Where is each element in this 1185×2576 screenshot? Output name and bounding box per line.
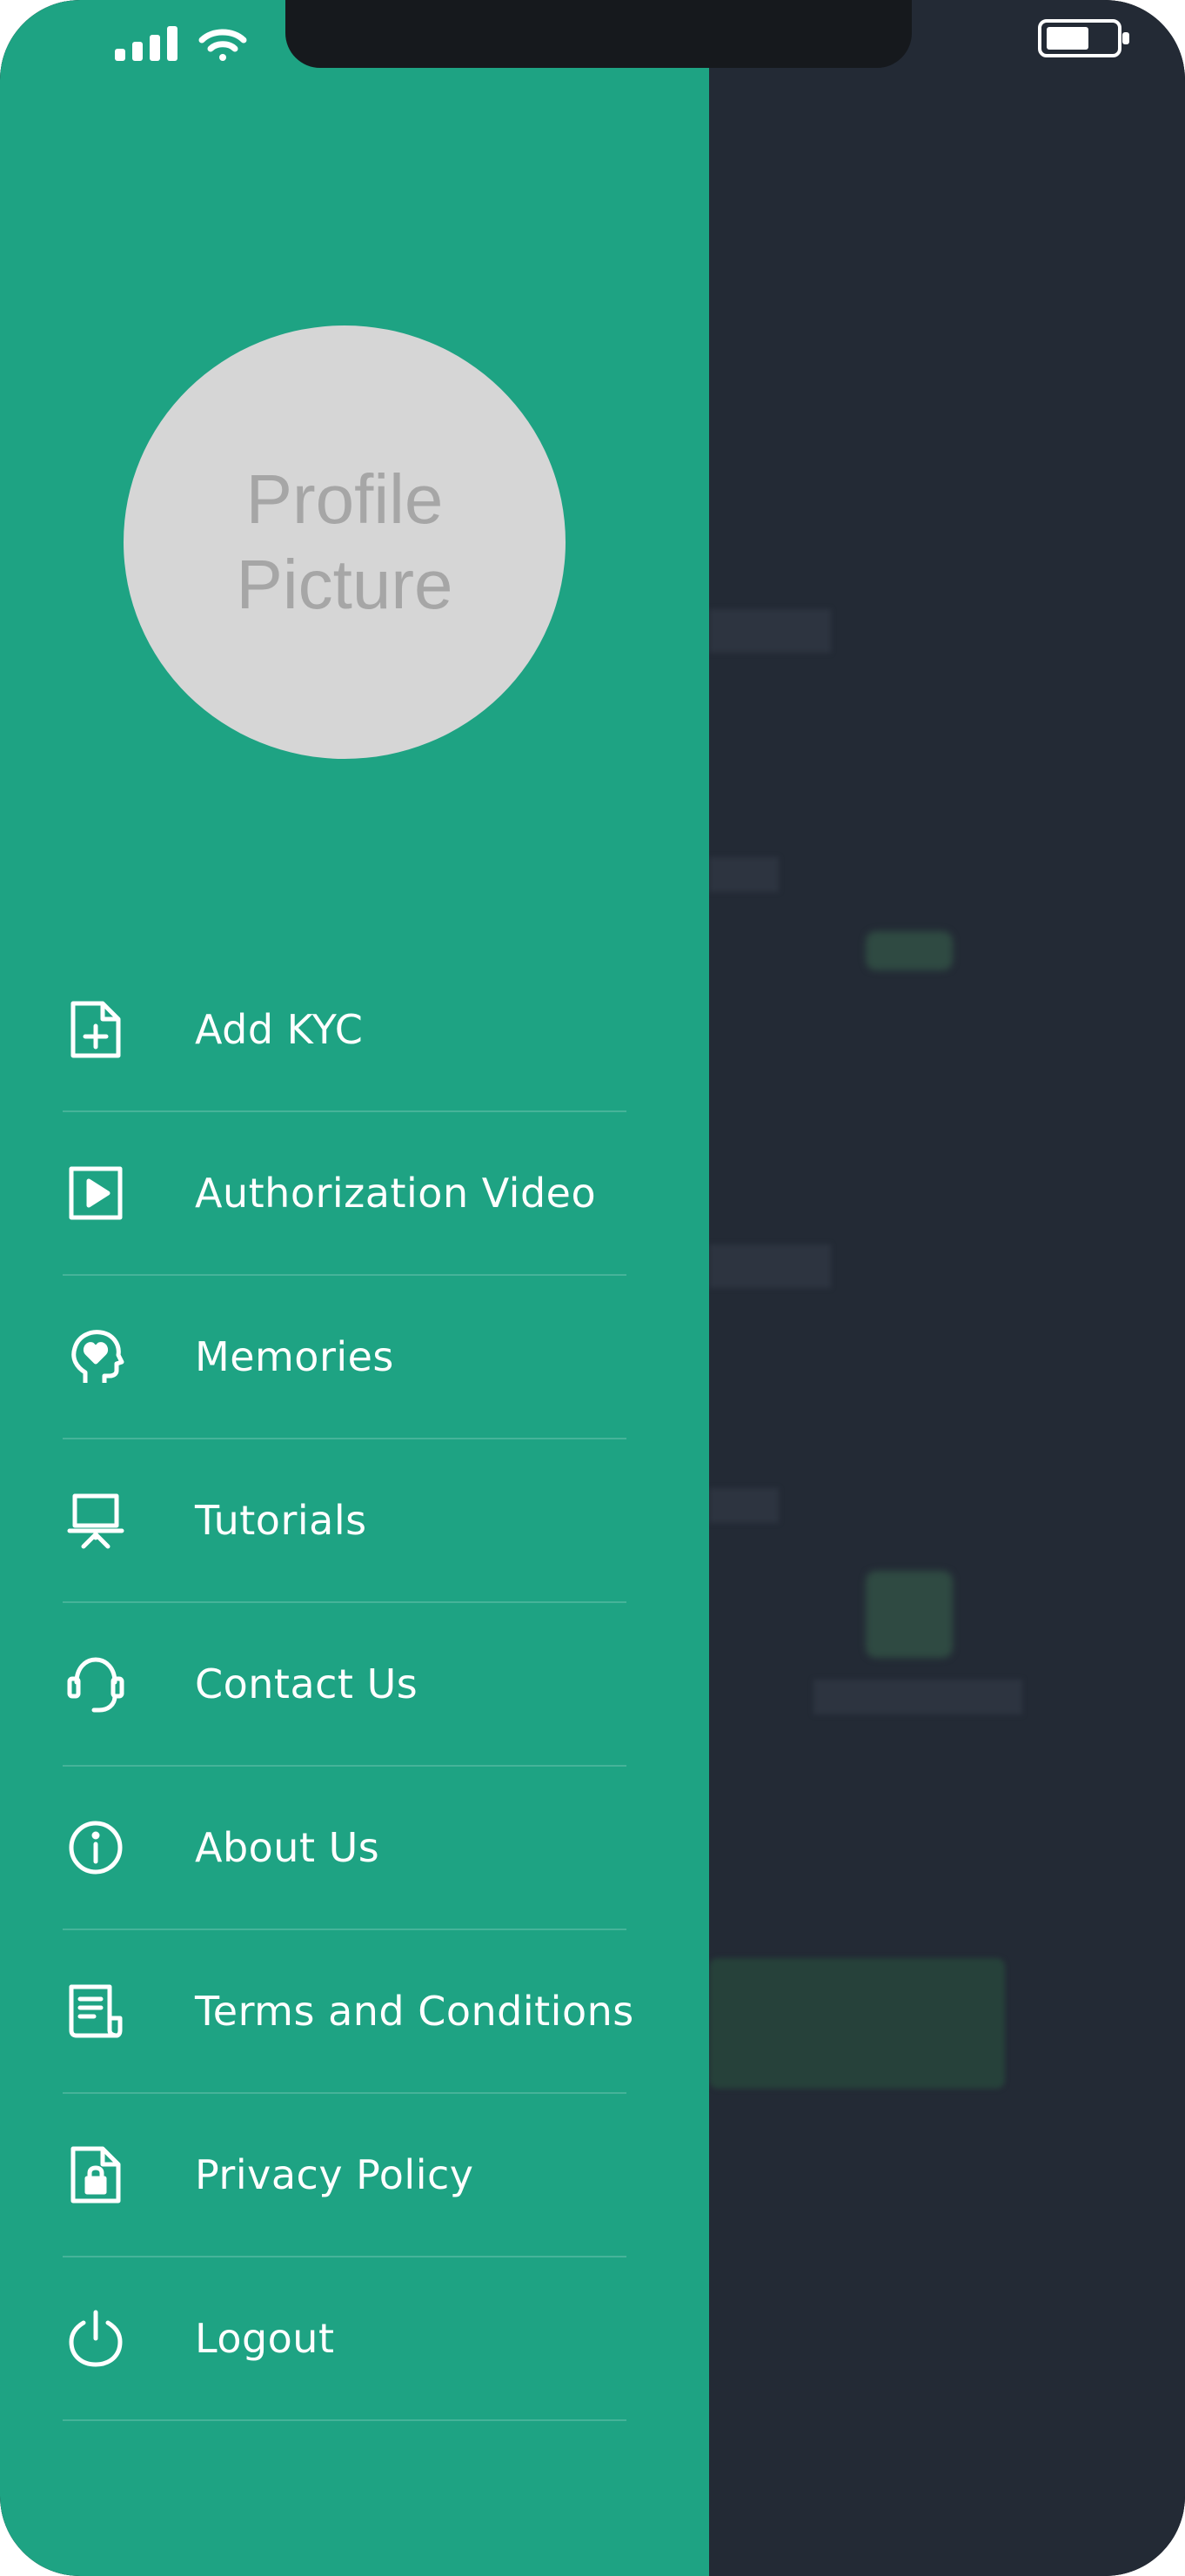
presentation-board-icon xyxy=(63,1487,129,1553)
phone-frame: Profile Picture Add KYC Authorization Vi… xyxy=(0,0,1185,2576)
background-blur-tile xyxy=(866,1571,953,1658)
menu-label: Add KYC xyxy=(195,1006,364,1053)
background-blur-block xyxy=(709,1488,779,1523)
status-bar-left xyxy=(115,17,263,61)
menu-label: Contact Us xyxy=(195,1660,418,1707)
menu-label: Authorization Video xyxy=(195,1170,597,1217)
background-app-overlay[interactable] xyxy=(709,0,1185,2576)
add-document-icon xyxy=(63,996,129,1063)
menu-item-tutorials[interactable]: Tutorials xyxy=(63,1439,626,1603)
device-notch xyxy=(285,0,912,68)
menu-label: Logout xyxy=(195,2315,335,2362)
signal-icon xyxy=(115,26,177,61)
menu-item-terms-and-conditions[interactable]: Terms and Conditions xyxy=(63,1930,633,2094)
profile-picture-placeholder: Profile Picture xyxy=(236,460,453,623)
background-blur-block xyxy=(813,1680,1022,1714)
menu-label: Terms and Conditions xyxy=(195,1988,634,2035)
navigation-drawer: Profile Picture Add KYC Authorization Vi… xyxy=(0,0,709,2576)
power-icon xyxy=(63,2305,129,2371)
menu-label: Memories xyxy=(195,1333,394,1380)
menu-item-logout[interactable]: Logout xyxy=(63,2257,626,2421)
menu-label: About Us xyxy=(195,1824,380,1871)
headset-icon xyxy=(63,1651,129,1717)
play-video-icon xyxy=(63,1160,129,1226)
head-heart-icon xyxy=(63,1324,129,1390)
menu-item-about-us[interactable]: About Us xyxy=(63,1767,626,1930)
menu-label: Privacy Policy xyxy=(195,2151,474,2198)
menu-item-contact-us[interactable]: Contact Us xyxy=(63,1603,626,1767)
lock-document-icon xyxy=(63,2142,129,2208)
menu-item-authorization-video[interactable]: Authorization Video xyxy=(63,1112,626,1276)
battery-icon xyxy=(1037,17,1133,61)
background-blur-block xyxy=(709,857,779,892)
info-icon xyxy=(63,1815,129,1881)
background-blur-button xyxy=(709,1958,1005,2089)
document-list-icon xyxy=(63,1978,129,2044)
background-blur-block xyxy=(709,1244,831,1288)
menu-item-memories[interactable]: Memories xyxy=(63,1276,626,1439)
menu-item-add-kyc[interactable]: Add KYC xyxy=(63,949,626,1112)
menu-item-privacy-policy[interactable]: Privacy Policy xyxy=(63,2094,626,2257)
background-blur-tile xyxy=(866,931,953,970)
wifi-icon xyxy=(198,29,247,61)
drawer-menu: Add KYC Authorization Video Memories Tut… xyxy=(63,949,633,2421)
background-blur-block xyxy=(709,609,831,653)
profile-picture[interactable]: Profile Picture xyxy=(124,325,566,759)
menu-label: Tutorials xyxy=(195,1497,367,1544)
